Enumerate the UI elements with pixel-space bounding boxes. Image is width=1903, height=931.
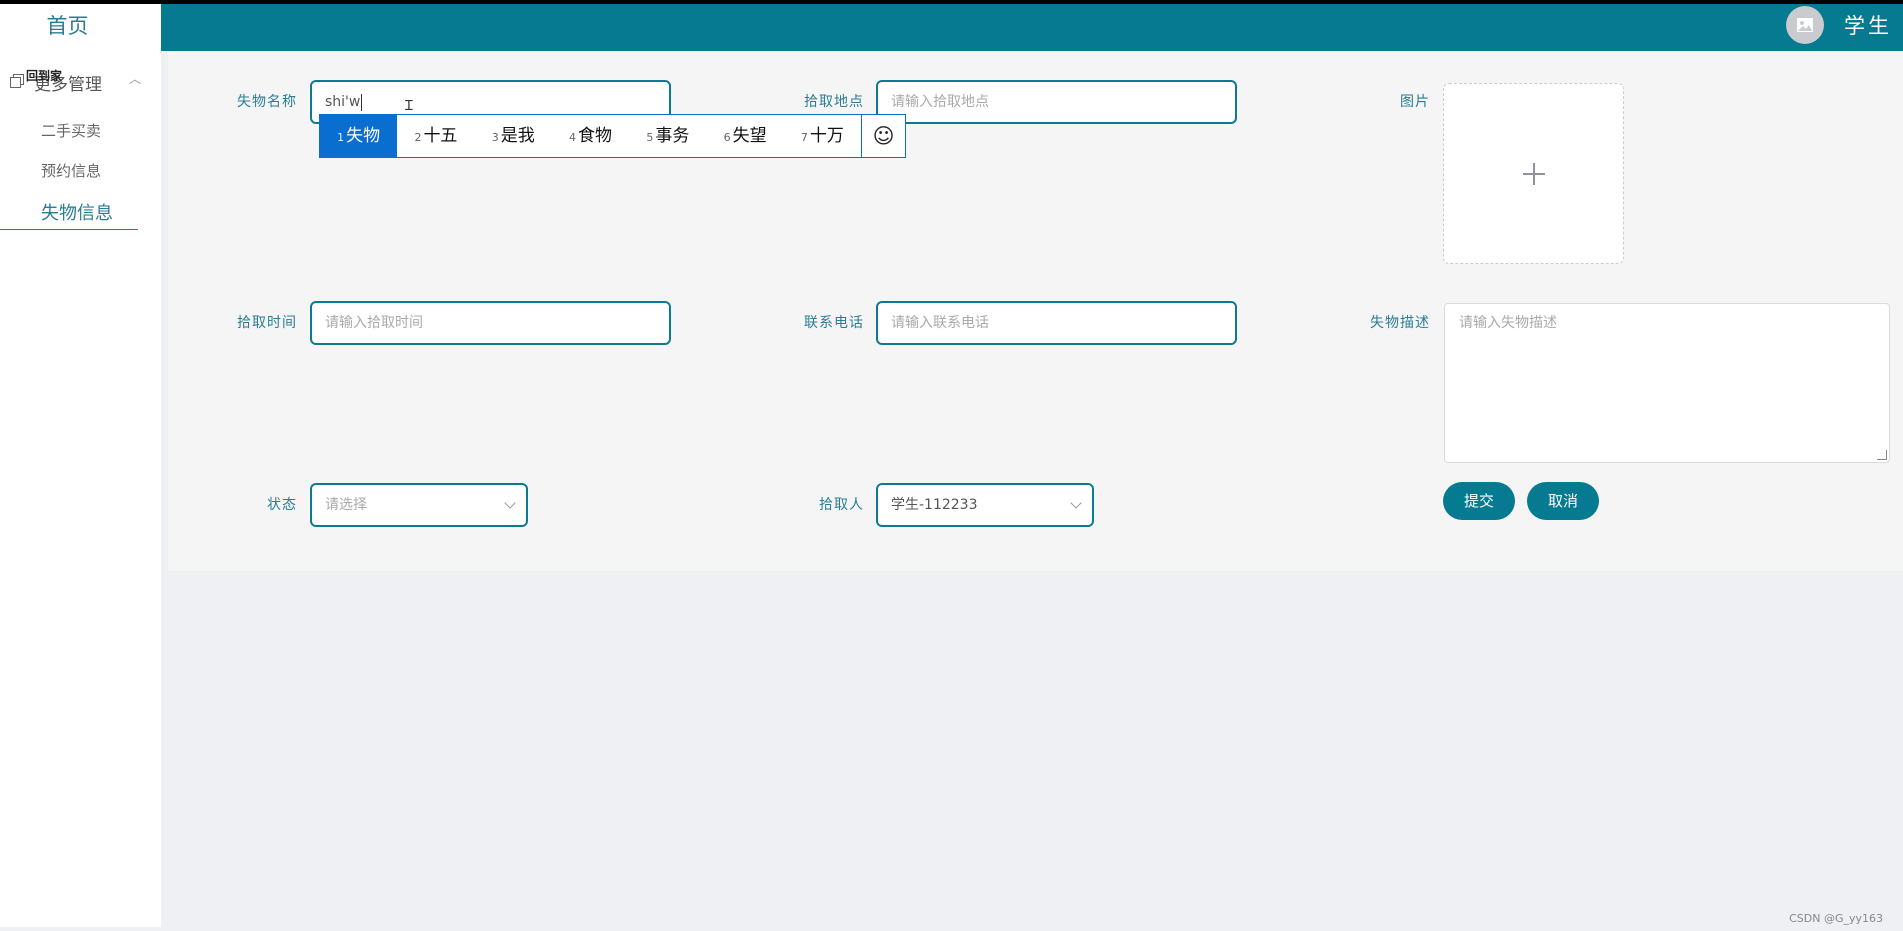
pickup-time-input[interactable]: 请输入拾取时间 — [310, 301, 671, 345]
status-placeholder: 请选择 — [325, 497, 367, 513]
image-placeholder-icon — [1797, 18, 1813, 32]
pickup-time-label: 拾取时间 — [237, 315, 297, 331]
chevron-up-icon: ︿ — [129, 72, 142, 86]
status-label: 状态 — [267, 497, 297, 513]
ime-candidate[interactable]: 7 十万 — [784, 115, 861, 157]
sidebar-overlay-text: 回到家 — [26, 69, 63, 83]
avatar[interactable] — [1786, 6, 1824, 44]
pickup-location-input[interactable]: 请输入拾取地点 — [876, 80, 1237, 124]
phone-input[interactable]: 请输入联系电话 — [876, 301, 1237, 345]
sidebar-item-appointment[interactable]: 预约信息 — [41, 160, 101, 181]
ime-candidate[interactable]: 1 失物 — [320, 115, 398, 157]
lost-name-value: shi'w — [325, 94, 361, 110]
phone-label: 联系电话 — [804, 315, 864, 331]
text-cursor — [361, 93, 363, 111]
username[interactable]: 学生 — [1844, 10, 1892, 40]
description-textarea[interactable]: 请输入失物描述 — [1444, 303, 1890, 463]
phone-placeholder: 请输入联系电话 — [891, 315, 989, 331]
ime-candidate[interactable]: 2 十五 — [397, 115, 474, 157]
submit-button[interactable]: 提交 — [1443, 482, 1515, 520]
description-label: 失物描述 — [1370, 315, 1430, 331]
lost-name-label: 失物名称 — [237, 94, 297, 110]
image-upload[interactable] — [1443, 83, 1624, 264]
ime-candidate[interactable]: 6 失望 — [706, 115, 783, 157]
copy-icon — [10, 74, 24, 88]
app-root: 首页 更多管理 回到家 ︿ 二手买卖 预约信息 失物信息 学生 失物名称 shi — [0, 4, 1903, 931]
ime-candidate-bar: 1 失物 2 十五 3 是我 4 食物 5 事务 6 失望 7 十万 ☺ — [319, 114, 906, 158]
pickup-location-label: 拾取地点 — [804, 94, 864, 110]
picker-select[interactable]: 学生-112233 — [876, 483, 1094, 527]
image-label: 图片 — [1400, 94, 1430, 110]
sidebar-item-secondhand[interactable]: 二手买卖 — [41, 120, 101, 141]
cancel-button[interactable]: 取消 — [1527, 482, 1599, 520]
sidebar-group-more[interactable]: 更多管理 回到家 ︿ — [8, 68, 143, 95]
sidebar: 首页 更多管理 回到家 ︿ 二手买卖 预约信息 失物信息 — [0, 4, 161, 927]
picker-label: 拾取人 — [819, 497, 864, 513]
picker-value: 学生-112233 — [891, 497, 978, 513]
ibeam-cursor-icon: Ɪ — [405, 98, 413, 114]
top-bar: 学生 — [161, 4, 1903, 51]
watermark: CSDN @G_yy163 — [1789, 912, 1883, 925]
ime-candidate[interactable]: 4 食物 — [552, 115, 629, 157]
pickup-time-placeholder: 请输入拾取时间 — [325, 315, 423, 331]
ime-candidate[interactable]: 5 事务 — [629, 115, 706, 157]
sidebar-home[interactable]: 首页 — [0, 10, 135, 40]
chevron-down-icon — [504, 497, 516, 509]
pickup-location-placeholder: 请输入拾取地点 — [891, 94, 989, 110]
sidebar-item-lost-items[interactable]: 失物信息 — [0, 199, 138, 230]
status-select[interactable]: 请选择 — [310, 483, 528, 527]
description-placeholder: 请输入失物描述 — [1459, 315, 1557, 331]
chevron-down-icon — [1070, 497, 1082, 509]
resize-handle-icon[interactable] — [1877, 450, 1887, 460]
ime-candidate[interactable]: 3 是我 — [475, 115, 552, 157]
emoji-icon[interactable]: ☺ — [861, 115, 905, 157]
